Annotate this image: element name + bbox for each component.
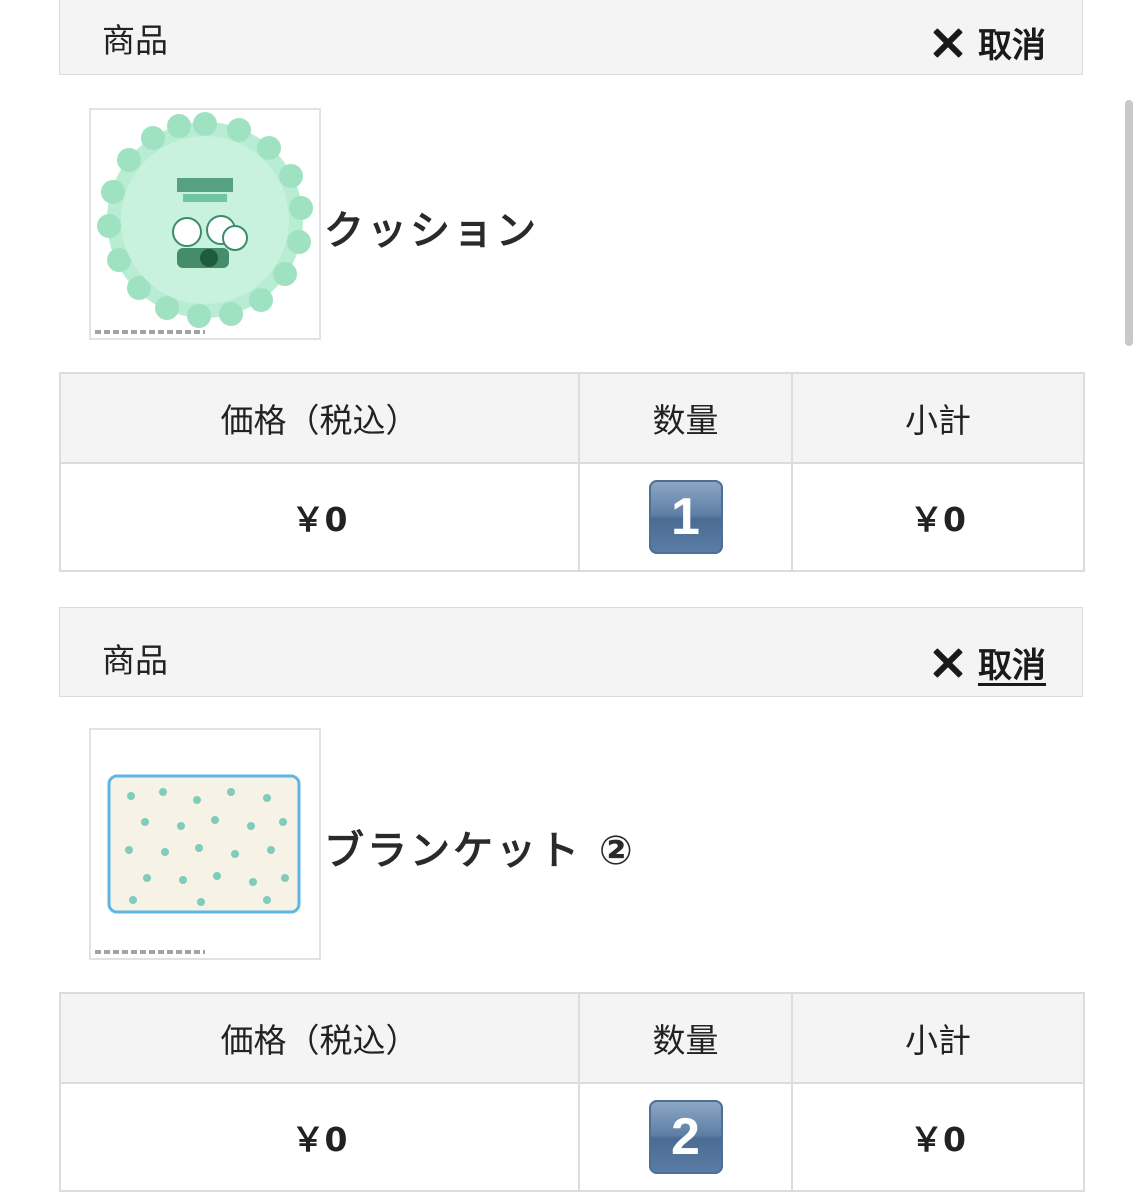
item-header-label: 商品 bbox=[102, 21, 168, 60]
close-icon bbox=[930, 645, 966, 681]
price-value: ￥0 bbox=[59, 462, 580, 572]
quantity-header: 数量 bbox=[578, 372, 793, 464]
quantity-cell: 1 bbox=[578, 462, 793, 572]
quantity-badge[interactable]: 2 bbox=[648, 1100, 723, 1174]
product-image bbox=[89, 108, 321, 340]
quantity-header: 数量 bbox=[578, 992, 793, 1084]
cancel-label: 取消 bbox=[978, 26, 1046, 66]
table-row: ￥0 1 ￥0 bbox=[59, 462, 1085, 572]
subtotal-header: 小計 bbox=[791, 372, 1085, 464]
table-header-row: 価格（税込） 数量 小計 bbox=[59, 372, 1085, 464]
subtotal-value: ￥0 bbox=[791, 462, 1085, 572]
subtotal-header: 小計 bbox=[791, 992, 1085, 1084]
item-header-label: 商品 bbox=[102, 641, 168, 680]
price-header: 価格（税込） bbox=[59, 992, 580, 1084]
price-header: 価格（税込） bbox=[59, 372, 580, 464]
product-name: ブランケット ② bbox=[324, 828, 636, 874]
item-header: 商品 取消 bbox=[59, 0, 1083, 75]
price-table: 価格（税込） 数量 小計 ￥0 2 ￥0 bbox=[59, 992, 1085, 1192]
quantity-badge[interactable]: 1 bbox=[648, 480, 723, 554]
cancel-button[interactable]: 取消 bbox=[930, 18, 1046, 67]
cushion-image bbox=[97, 112, 313, 328]
table-row: ￥0 2 ￥0 bbox=[59, 1082, 1085, 1192]
product-image bbox=[89, 728, 321, 960]
product-name: クッション bbox=[324, 208, 539, 254]
blanket-image bbox=[107, 774, 301, 914]
price-table: 価格（税込） 数量 小計 ￥0 1 ￥0 bbox=[59, 372, 1085, 572]
cancel-button[interactable]: 取消 bbox=[930, 638, 1046, 687]
image-caption bbox=[95, 330, 205, 334]
scrollbar[interactable] bbox=[1125, 100, 1133, 346]
close-icon bbox=[930, 25, 966, 61]
subtotal-value: ￥0 bbox=[791, 1082, 1085, 1192]
cancel-label: 取消 bbox=[978, 646, 1046, 686]
image-caption bbox=[95, 950, 205, 954]
price-value: ￥0 bbox=[59, 1082, 580, 1192]
table-header-row: 価格（税込） 数量 小計 bbox=[59, 992, 1085, 1084]
item-header: 商品 取消 bbox=[59, 607, 1083, 697]
quantity-cell: 2 bbox=[578, 1082, 793, 1192]
